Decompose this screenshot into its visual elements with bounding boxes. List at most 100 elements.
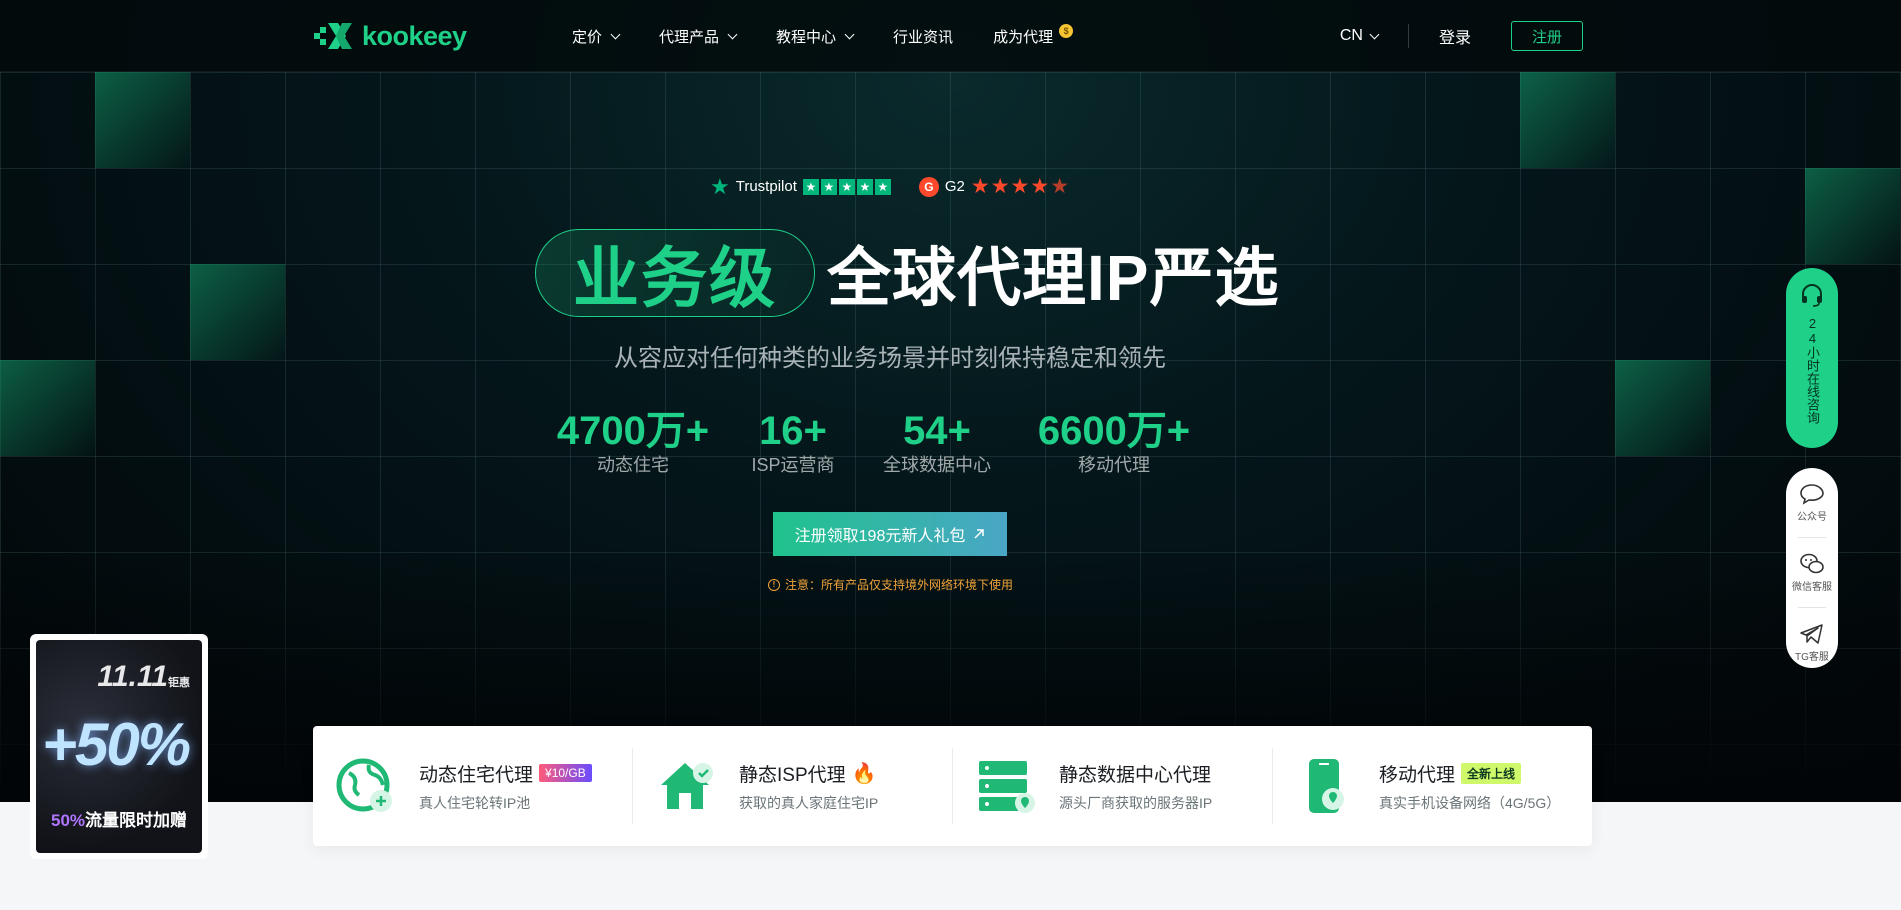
promo-date: 11.11钜惠	[97, 660, 190, 694]
product-dynamic-residential[interactable]: 动态住宅代理 ¥10/GB 真人住宅轮转IP池	[313, 748, 633, 824]
product-mobile[interactable]: 移动代理 全新上线 真实手机设备网络（4G/5G）	[1273, 748, 1592, 824]
ratings-row: ★ Trustpilot ★ ★ ★ ★ ★ G G2 ★★★★★	[710, 174, 1070, 199]
trustpilot-label: Trustpilot	[735, 178, 797, 195]
stat-datacenter: 54+ 全球数据中心	[871, 408, 1003, 476]
stat-value: 4700万+	[556, 409, 710, 453]
promo-tag-rest: 流量限时加赠	[85, 811, 188, 830]
online-consult-button[interactable]: 24小时在线咨询	[1786, 268, 1838, 448]
nav-item-pricing[interactable]: 定价	[572, 26, 621, 47]
nav-label: 教程中心	[776, 28, 837, 46]
product-desc: 真实手机设备网络（4G/5G）	[1379, 794, 1561, 811]
headset-icon	[1802, 284, 1822, 307]
trustpilot-stars: ★ ★ ★ ★ ★	[802, 178, 891, 195]
notice: ! 注意：所有产品仅支持境外网络环境下使用	[768, 576, 1013, 593]
price-badge: ¥10/GB	[539, 764, 592, 782]
product-text: 动态住宅代理 ¥10/GB 真人住宅轮转IP池	[419, 760, 592, 813]
alert-icon: !	[768, 578, 780, 591]
trustpilot-rating[interactable]: ★ Trustpilot ★ ★ ★ ★ ★	[710, 173, 891, 199]
nav-right: CN 登录 注册	[1340, 0, 1583, 72]
product-text: 移动代理 全新上线 真实手机设备网络（4G/5G）	[1379, 760, 1560, 813]
stat-mobile: 6600万+ 移动代理	[1029, 408, 1199, 476]
g2-rating[interactable]: G G2 ★★★★★	[918, 174, 1070, 199]
side-button-label: TG客服	[1795, 652, 1829, 663]
grid-highlight-tile	[1615, 360, 1710, 456]
stat-value: 6600万+	[1037, 409, 1191, 453]
chevron-down-icon	[844, 29, 855, 39]
hero-section: kookeey 定价 代理产品 教程中心 行业资讯 成为代理 $ CN 登录 注…	[0, 0, 1901, 802]
top-nav: kookeey 定价 代理产品 教程中心 行业资讯 成为代理 $ CN 登录 注…	[0, 0, 1901, 72]
product-title-text: 动态住宅代理	[419, 764, 534, 786]
nav-item-tutorials[interactable]: 教程中心	[776, 26, 855, 47]
language-selector[interactable]: CN	[1339, 27, 1380, 45]
new-badge: 全新上线	[1461, 762, 1522, 784]
nav-item-proxy-products[interactable]: 代理产品	[659, 26, 738, 47]
stat-label: 动态住宅	[597, 455, 669, 475]
coin-icon: $	[1059, 24, 1074, 38]
arrow-up-right-icon	[974, 529, 985, 539]
cta-label: 注册领取198元新人礼包	[794, 528, 966, 545]
promo-tag-highlight: 50%	[50, 811, 86, 830]
login-link[interactable]: 登录	[1439, 24, 1471, 48]
stat-value: 54+	[903, 409, 971, 453]
product-title-text: 静态ISP代理	[739, 764, 846, 786]
kookeey-logo-icon	[314, 23, 352, 49]
promo-date-text: 11.11	[97, 660, 168, 693]
phone-icon	[1309, 759, 1344, 813]
nav-label: 行业资讯	[893, 28, 954, 46]
trustpilot-star-icon: ★	[710, 173, 730, 199]
hot-flame-icon: 🔥	[851, 762, 877, 785]
side-separator	[1798, 537, 1826, 538]
product-cards: 动态住宅代理 ¥10/GB 真人住宅轮转IP池 静态ISP代理 🔥 获取的真人家…	[313, 726, 1592, 846]
wechat-icon	[1800, 553, 1824, 574]
promo-banner: 11.11钜惠 +50% 50%流量限时加赠	[36, 640, 202, 853]
grid-highlight-tile	[1805, 168, 1900, 264]
double-eleven-promo[interactable]: 11.11钜惠 +50% 50%流量限时加赠	[30, 634, 208, 859]
brand-name: kookeey	[362, 20, 467, 51]
product-text: 静态数据中心代理 源头厂商获取的服务器IP	[1059, 760, 1212, 813]
promo-date-suffix: 钜惠	[168, 677, 190, 689]
product-text: 静态ISP代理 🔥 获取的真人家庭住宅IP	[739, 760, 878, 813]
product-desc: 获取的真人家庭住宅IP	[739, 794, 879, 811]
nav-item-become-agent[interactable]: 成为代理 $	[993, 24, 1074, 47]
brand-logo[interactable]: kookeey	[312, 18, 467, 54]
product-title-text: 移动代理	[1379, 764, 1456, 786]
side-button-label: 微信客服	[1792, 582, 1832, 593]
register-gift-button[interactable]: 注册领取198元新人礼包	[773, 512, 1007, 556]
nav-menu: 定价 代理产品 教程中心 行业资讯 成为代理 $	[572, 0, 1074, 72]
nav-item-industry-news[interactable]: 行业资讯	[893, 26, 953, 47]
product-title: 静态数据中心代理	[1059, 760, 1212, 787]
stat-isp: 16+ ISP运营商	[727, 408, 859, 476]
product-title: 静态ISP代理 🔥	[739, 760, 878, 787]
g2-label: G2	[944, 178, 965, 195]
house-icon	[661, 763, 713, 809]
product-desc: 真人住宅轮转IP池	[419, 794, 531, 811]
register-button[interactable]: 注册	[1511, 21, 1583, 51]
telegram-service-button[interactable]: TG客服	[1795, 622, 1829, 663]
product-title-text: 静态数据中心代理	[1059, 764, 1212, 786]
product-desc: 源头厂商获取的服务器IP	[1059, 794, 1213, 811]
side-contact-panel: 公众号 微信客服 TG客服	[1786, 468, 1838, 668]
language-label: CN	[1339, 27, 1363, 44]
g2-logo-icon: G	[918, 176, 939, 197]
wechat-service-button[interactable]: 微信客服	[1792, 552, 1832, 593]
promo-tagline: 50%流量限时加赠	[36, 806, 202, 831]
headline-highlight: 业务级	[535, 229, 815, 317]
notice-text: 注意：所有产品仅支持境外网络环境下使用	[785, 578, 1014, 592]
chevron-down-icon	[1369, 29, 1380, 39]
stat-label: ISP运营商	[751, 455, 835, 475]
nav-divider	[1407, 24, 1409, 48]
chevron-down-icon	[610, 29, 621, 39]
product-static-isp[interactable]: 静态ISP代理 🔥 获取的真人家庭住宅IP	[633, 748, 953, 824]
stat-value: 16+	[759, 409, 827, 453]
nav-label: 代理产品	[659, 28, 720, 46]
official-account-button[interactable]: 公众号	[1797, 482, 1827, 523]
product-title: 动态住宅代理 ¥10/GB	[419, 760, 592, 787]
telegram-icon	[1800, 624, 1823, 644]
nav-label: 成为代理	[993, 28, 1054, 46]
nav-label: 定价	[572, 28, 603, 46]
chevron-down-icon	[727, 29, 738, 39]
side-button-label: 公众号	[1797, 512, 1827, 523]
chat-bubble-icon	[1800, 484, 1824, 505]
stat-label: 移动代理	[1078, 455, 1150, 475]
product-static-datacenter[interactable]: 静态数据中心代理 源头厂商获取的服务器IP	[953, 748, 1273, 824]
